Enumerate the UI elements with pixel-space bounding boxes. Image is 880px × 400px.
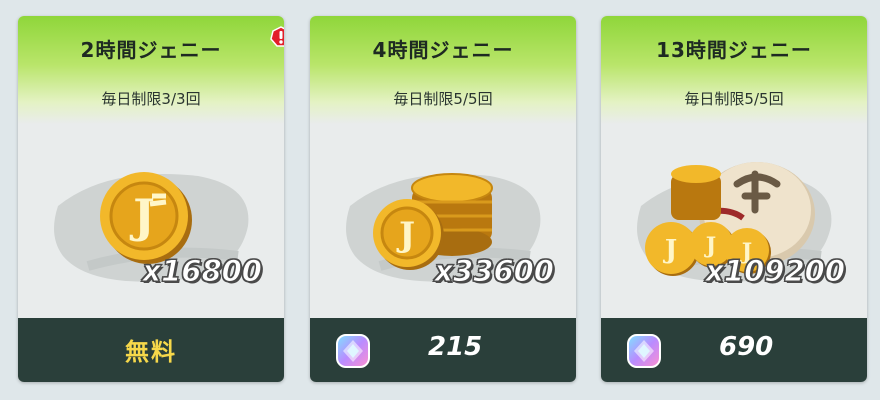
- item-amount: x33600: [434, 254, 555, 289]
- price-button[interactable]: 690: [601, 318, 867, 382]
- shop-card-13h-zenny[interactable]: 13時間ジェニー 毎日制限5/5回 J J J x109200 690: [601, 16, 867, 382]
- card-title: 2時間ジェニー: [80, 38, 222, 62]
- card-title: 4時間ジェニー: [372, 38, 514, 62]
- price-label: 無料: [125, 338, 177, 366]
- price-label: 215: [428, 332, 483, 362]
- shop-card-2h-zenny[interactable]: 2時間ジェニー 毎日制限3/3回 J x16800 無料: [18, 16, 284, 382]
- price-button[interactable]: 無料: [18, 318, 284, 382]
- daily-limit: 毎日制限5/5回: [684, 90, 784, 108]
- exclamation-badge-icon: [270, 26, 284, 47]
- single-coin-icon: J: [100, 172, 192, 264]
- gem-icon: [336, 334, 370, 368]
- item-amount: x16800: [142, 254, 263, 289]
- svg-text:J: J: [129, 189, 155, 243]
- gem-icon: [627, 334, 661, 368]
- svg-text:J: J: [396, 215, 415, 255]
- shop-card-4h-zenny[interactable]: 4時間ジェニー 毎日制限5/5回 J x33600 215: [310, 16, 576, 382]
- item-amount: x109200: [705, 254, 846, 289]
- daily-limit: 毎日制限3/3回: [101, 90, 201, 108]
- price-label: 690: [719, 332, 774, 362]
- daily-limit: 毎日制限5/5回: [393, 90, 493, 108]
- svg-text:J: J: [663, 235, 677, 265]
- price-button[interactable]: 215: [310, 318, 576, 382]
- card-title: 13時間ジェニー: [656, 38, 812, 62]
